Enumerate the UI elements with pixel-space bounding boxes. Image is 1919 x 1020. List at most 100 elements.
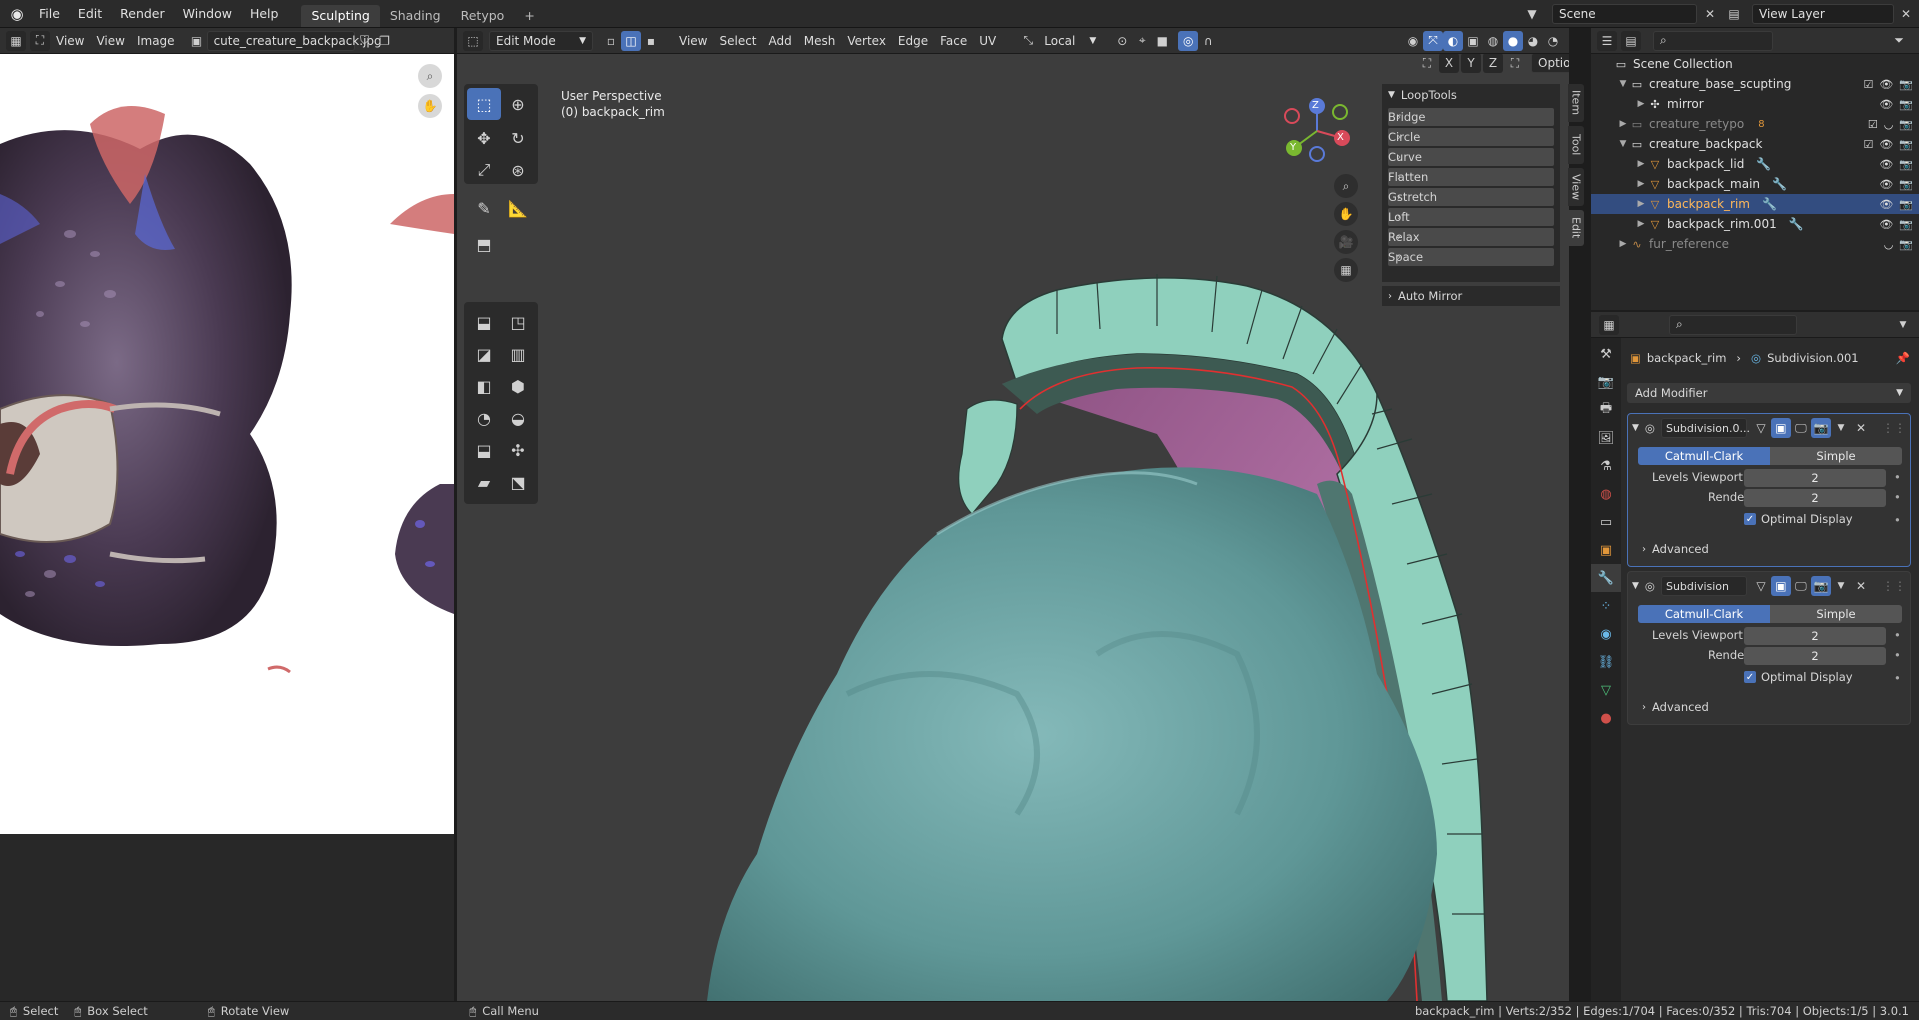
looptools-circle-button[interactable]: › Circle — [1388, 128, 1554, 146]
shear-tool-icon[interactable]: ▰ — [467, 466, 501, 498]
keyframe-dot-icon[interactable]: • — [1894, 513, 1901, 527]
edit-mode-toggle-icon[interactable]: ▣ — [1770, 418, 1791, 438]
row-visibility[interactable]: 👁 📷 — [1879, 178, 1913, 191]
editor-type-icon[interactable]: ▦ — [6, 30, 26, 51]
tool-tab-icon[interactable]: ⚒ — [1591, 340, 1621, 368]
render-toggle-icon[interactable]: 📷 — [1810, 418, 1831, 438]
modifier-name-field[interactable]: Subdivision.0... — [1660, 418, 1750, 438]
menu-edit[interactable]: Edit — [69, 2, 111, 26]
sidebar-tab-tool[interactable]: Tool — [1568, 126, 1584, 164]
close-icon[interactable]: ✕ — [1851, 576, 1871, 596]
options-dropdown[interactable]: Options ▼ — [1531, 54, 1569, 73]
bevel-tool-icon[interactable]: ◪ — [467, 338, 501, 370]
object-tab-icon[interactable]: ▣ — [1591, 536, 1621, 564]
viewport-menu-view[interactable]: View — [673, 31, 713, 51]
outliner-row[interactable]: ▼ ▭ creature_backpack ☑ 👁 📷 — [1591, 134, 1919, 154]
view-layer-tab-icon[interactable]: 🖼 — [1591, 424, 1621, 452]
render-levels-field[interactable]: 2 — [1744, 489, 1886, 507]
scene-icon[interactable]: ▼ — [1522, 4, 1542, 24]
gizmo-toggle-icon[interactable]: ⤧ — [1423, 30, 1443, 51]
menu-render[interactable]: Render — [111, 2, 174, 26]
on-cage-icon[interactable]: ▽ — [1751, 576, 1771, 596]
duplicate-image-icon[interactable]: ❐ — [375, 31, 395, 51]
proportional-edit-icon[interactable]: ◎ — [1178, 30, 1199, 51]
view-mode-icon[interactable]: ⛶ — [30, 30, 50, 51]
extrude-tool-icon[interactable]: ⬓ — [467, 306, 501, 338]
optimal-display-checkbox[interactable]: ✓ Optimal Display — [1744, 670, 1853, 684]
pan-hand-icon[interactable]: ✋ — [418, 94, 442, 118]
rotate-tool-icon[interactable]: ↻ — [501, 122, 535, 154]
vertex-select-icon[interactable]: ▫ — [601, 31, 621, 51]
row-visibility[interactable]: ☑ ◡ 📷 — [1868, 118, 1913, 131]
sidebar-tab-item[interactable]: Item — [1568, 84, 1584, 122]
scene-close-icon[interactable]: ✕ — [1700, 4, 1720, 24]
axis-y-toggle[interactable]: Y — [1461, 54, 1481, 73]
simple-toggle[interactable]: Simple — [1770, 605, 1902, 623]
poly-build-tool-icon[interactable]: ⬢ — [501, 370, 535, 402]
edge-select-icon[interactable]: ◫ — [621, 30, 641, 51]
cursor-tool-icon[interactable]: ⊕ — [501, 88, 535, 120]
row-visibility[interactable]: 👁 📷 — [1879, 198, 1913, 211]
outliner-row[interactable]: ▶ ✣ mirror 👁 📷 — [1591, 94, 1919, 114]
render-toggle-icon[interactable]: 📷 — [1810, 576, 1831, 596]
menu-file[interactable]: File — [30, 2, 69, 26]
viewport-editor-type-icon[interactable]: ⬚ — [463, 30, 483, 51]
menu-window[interactable]: Window — [174, 2, 241, 26]
catmull-clark-toggle[interactable]: Catmull-Clark — [1638, 447, 1770, 465]
falloff-icon[interactable]: ∩ — [1198, 31, 1218, 51]
image-browse-icon[interactable]: ▣ — [187, 31, 207, 51]
looptools-curve-button[interactable]: › Curve — [1388, 148, 1554, 166]
row-visibility[interactable]: 👁 📷 — [1879, 218, 1913, 231]
chevron-down-icon[interactable]: ▼ — [1831, 576, 1851, 596]
output-tab-icon[interactable]: 🖶 — [1591, 396, 1621, 424]
pin-icon[interactable]: 📌 — [1896, 351, 1910, 365]
outliner-scene-collection[interactable]: ▭ Scene Collection — [1591, 54, 1919, 74]
outliner-display-mode-icon[interactable]: ▤ — [1621, 30, 1641, 51]
world-tab-icon[interactable]: ◍ — [1591, 480, 1621, 508]
row-visibility[interactable]: 👁 📷 — [1879, 98, 1913, 111]
constraints-tab-icon[interactable]: ⛓ — [1591, 648, 1621, 676]
viewport-menu-select[interactable]: Select — [713, 31, 762, 51]
particles-tab-icon[interactable]: ⁘ — [1591, 592, 1621, 620]
xray-icon[interactable]: ▣ — [1463, 31, 1483, 51]
image-menu-image[interactable]: Image — [131, 31, 181, 51]
row-visibility[interactable]: ☑ 👁 📷 — [1863, 138, 1913, 151]
pivot-point-icon[interactable]: ⊙ — [1112, 31, 1132, 51]
outliner-row[interactable]: ▶ ∿ fur_reference ◡ 📷 — [1591, 234, 1919, 254]
smooth-tool-icon[interactable]: ◒ — [501, 402, 535, 434]
optimal-display-checkbox[interactable]: ✓ Optimal Display — [1744, 512, 1853, 526]
transform-orientation-dropdown[interactable]: Local ▼ — [1038, 31, 1102, 51]
zoom-icon[interactable]: ⌕ — [418, 64, 442, 88]
view-layer-icon[interactable]: ▤ — [1724, 4, 1744, 24]
data-tab-icon[interactable]: ▽ — [1591, 676, 1621, 704]
loop-cut-tool-icon[interactable]: ▥ — [501, 338, 535, 370]
outliner-row[interactable]: ▶ ▽ backpack_main 🔧 👁 📷 — [1591, 174, 1919, 194]
rendered-shading-icon[interactable]: ◔ — [1543, 31, 1563, 51]
topology-mirror-icon[interactable]: ⛶ — [1505, 54, 1525, 73]
view-layer-selector[interactable]: View Layer — [1752, 4, 1894, 24]
keyframe-dot-icon[interactable]: • — [1894, 470, 1901, 484]
scene-selector[interactable]: Scene — [1552, 4, 1697, 24]
rip-tool-icon[interactable]: ⬔ — [501, 466, 535, 498]
menu-help[interactable]: Help — [241, 2, 288, 26]
advanced-subpanel[interactable]: › Advanced — [1642, 542, 1709, 556]
solid-shading-icon[interactable]: ● — [1503, 30, 1523, 51]
drag-handle-icon[interactable]: ⋮⋮ — [1882, 576, 1906, 596]
knife-tool-icon[interactable]: ◧ — [467, 370, 501, 402]
material-tab-icon[interactable]: ● — [1591, 704, 1621, 732]
close-icon[interactable]: ✕ — [1851, 418, 1871, 438]
face-select-icon[interactable]: ▪ — [641, 31, 661, 51]
outliner-editor-type-icon[interactable]: ☰ — [1597, 30, 1617, 51]
viewport-menu-mesh[interactable]: Mesh — [798, 31, 842, 51]
visibility-icon[interactable]: ◉ — [1403, 31, 1423, 51]
viewport-toggle-icon[interactable]: 🖵 — [1791, 576, 1811, 596]
keyframe-dot-icon[interactable]: • — [1894, 671, 1901, 685]
add-workspace-button[interactable]: + — [514, 5, 544, 27]
viewport-menu-vertex[interactable]: Vertex — [841, 31, 892, 51]
camera-view-icon[interactable]: 🎥 — [1334, 230, 1358, 254]
outliner-row[interactable]: ▼ ▭ creature_base_scupting ☑ 👁 📷 — [1591, 74, 1919, 94]
image-canvas[interactable]: ⌕ ✋ — [0, 54, 454, 834]
sidebar-tab-edit[interactable]: Edit — [1568, 210, 1584, 246]
transform-tool-icon[interactable]: ⊛ — [501, 154, 535, 186]
chevron-down-icon[interactable]: ▼ — [1831, 418, 1851, 438]
